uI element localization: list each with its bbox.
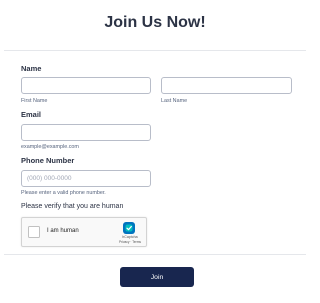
captcha-brand: hCaptcha: [122, 235, 138, 239]
email-sublabel: example@example.com: [21, 144, 79, 150]
first-name-input[interactable]: [21, 77, 151, 94]
last-name-sublabel: Last Name: [161, 98, 188, 104]
footer-divider: [4, 254, 306, 255]
phone-sublabel: Please enter a valid phone number.: [21, 190, 106, 196]
name-label: Name: [21, 64, 42, 73]
captcha-widget: I am human hCaptcha Privacy · Terms: [21, 217, 147, 247]
phone-input[interactable]: [21, 170, 151, 187]
verify-label: Please verify that you are human: [21, 203, 124, 210]
captcha-privacy-terms-links[interactable]: Privacy · Terms: [116, 240, 144, 244]
email-input[interactable]: [21, 124, 151, 141]
email-label: Email: [21, 110, 42, 119]
hcaptcha-logo-icon: [123, 222, 135, 234]
first-name-sublabel: First Name: [21, 98, 48, 104]
phone-label: Phone Number: [21, 156, 75, 165]
captcha-checkbox[interactable]: [28, 226, 40, 238]
captcha-text: I am human: [47, 228, 79, 234]
header-divider: [4, 50, 306, 51]
join-button[interactable]: Join: [120, 267, 194, 287]
last-name-input[interactable]: [161, 77, 292, 94]
form-header: Join Us Now!: [0, 0, 310, 50]
page-title: Join Us Now!: [104, 14, 206, 31]
